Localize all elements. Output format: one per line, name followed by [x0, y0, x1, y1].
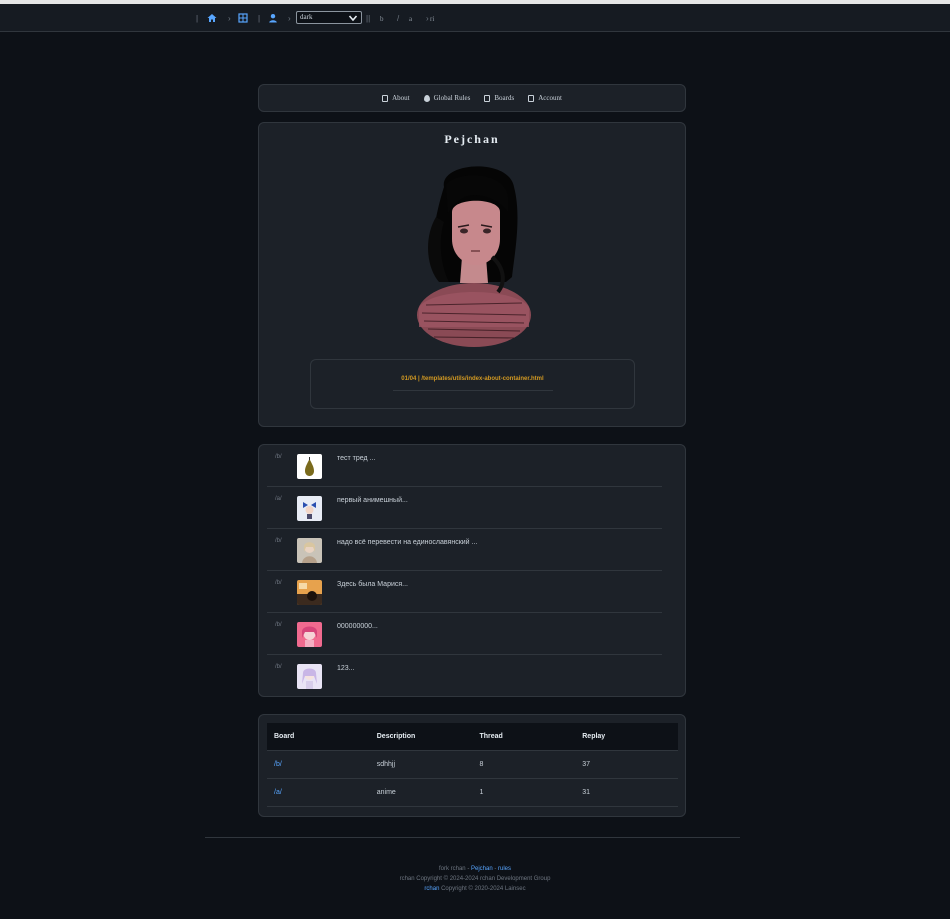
- document-icon: [528, 94, 535, 102]
- notice-text: 01/04 | /templates/utils/index-about-con…: [401, 376, 544, 382]
- thread-subject[interactable]: 000000000...: [337, 623, 378, 630]
- rchan-link[interactable]: rchan: [424, 886, 439, 892]
- separator: |: [258, 14, 261, 23]
- thread-row[interactable]: /a/ первый анимешный...: [267, 487, 662, 529]
- footer-text: fork rchan -: [438, 866, 471, 872]
- board-thread-count: 1: [479, 789, 484, 796]
- rules-link[interactable]: rules: [498, 866, 511, 872]
- table-header: Board Description Thread Replay: [267, 723, 678, 751]
- a-link[interactable]: a: [409, 15, 412, 23]
- separator: ||: [366, 14, 371, 23]
- home-icon[interactable]: [205, 11, 219, 25]
- notice-box: 01/04 | /templates/utils/index-about-con…: [310, 359, 635, 409]
- board-description: anime: [376, 789, 396, 796]
- thread-subject[interactable]: надо всё перевести на единославянский ..…: [337, 539, 477, 546]
- separator: |: [196, 14, 199, 23]
- nav-item-label: Account: [538, 94, 562, 102]
- thread-subject[interactable]: тест тред ...: [337, 455, 375, 462]
- grid-icon[interactable]: [236, 11, 250, 25]
- chevron-down-icon: [348, 15, 358, 22]
- user-icon[interactable]: [266, 11, 280, 25]
- column-header: Description: [376, 733, 416, 740]
- footer-line: rchan Copyright © 2020-2024 Lainsec: [0, 884, 950, 894]
- thread-row[interactable]: /b/ 000000000...: [267, 613, 662, 655]
- thread-board[interactable]: /b/: [275, 622, 282, 628]
- thread-board[interactable]: /a/: [275, 496, 282, 502]
- boards-panel: Board Description Thread Replay /b/ sdhh…: [258, 714, 686, 817]
- separator: /: [397, 14, 400, 23]
- theme-select[interactable]: dark: [296, 11, 362, 24]
- document-icon: [484, 94, 491, 102]
- nav-item-about[interactable]: About: [382, 94, 410, 102]
- thread-thumbnail[interactable]: [297, 664, 322, 689]
- thread-board[interactable]: /b/: [275, 580, 282, 586]
- board-thread-count: 8: [479, 761, 484, 768]
- nav-item-global-rules[interactable]: Global Rules: [423, 94, 471, 102]
- table-row: /b/ sdhhjj 8 37: [267, 751, 678, 779]
- board-description: sdhhjj: [376, 761, 396, 768]
- nav-item-label: Boards: [494, 94, 515, 102]
- thread-subject[interactable]: 123...: [337, 665, 355, 672]
- nav-item-boards[interactable]: Boards: [484, 94, 514, 102]
- thread-board[interactable]: /b/: [275, 664, 282, 670]
- thread-thumbnail[interactable]: [297, 622, 322, 647]
- table-row: /a/ anime 1 31: [267, 779, 678, 807]
- footer: fork rchan - Pejchan - rules rchan Copyr…: [0, 864, 950, 894]
- footer-line: fork rchan - Pejchan - rules: [0, 864, 950, 874]
- mascot-image: [417, 166, 531, 347]
- theme-select-value: dark: [300, 13, 313, 21]
- thread-board[interactable]: /b/: [275, 454, 282, 460]
- footer-copyright: rchan Copyright © 2024-2024 rchan Develo…: [399, 876, 551, 882]
- board-link[interactable]: /a/: [267, 789, 370, 796]
- thread-board[interactable]: /b/: [275, 538, 282, 544]
- separator: ›: [426, 14, 429, 23]
- document-icon: [382, 94, 389, 102]
- ri-link[interactable]: ri: [430, 15, 434, 23]
- divider: [393, 390, 553, 391]
- thread-thumbnail[interactable]: [297, 496, 322, 521]
- latest-threads-panel: /b/ тест тред ... /a/ первый анимешный..…: [258, 444, 686, 697]
- thread-row[interactable]: /b/ тест тред ...: [267, 445, 662, 487]
- thread-thumbnail[interactable]: [297, 580, 322, 605]
- separator: ›: [228, 14, 231, 23]
- nav-item-label: About: [392, 94, 410, 102]
- boards-table: Board Description Thread Replay /b/ sdhh…: [267, 723, 678, 807]
- drop-icon: [423, 94, 430, 102]
- board-replay-count: 37: [582, 761, 591, 768]
- thread-thumbnail[interactable]: [297, 454, 322, 479]
- thread-row[interactable]: /b/ 123...: [267, 655, 662, 697]
- board-replay-count: 31: [582, 789, 591, 796]
- nav-item-label: Global Rules: [433, 94, 471, 102]
- nav-item-account[interactable]: Account: [528, 94, 562, 102]
- thread-subject[interactable]: Здесь была Марися...: [337, 581, 408, 588]
- b-link[interactable]: b: [380, 15, 384, 23]
- thread-row[interactable]: /b/ надо всё перевести на единославянски…: [267, 529, 662, 571]
- thread-row[interactable]: /b/ Здесь была Марися...: [267, 571, 662, 613]
- column-header: Replay: [582, 733, 606, 740]
- top-navbar: | › | › dark || b / a › ri: [0, 4, 950, 32]
- board-link[interactable]: /b/: [267, 761, 370, 768]
- main-nav: About Global Rules Boards Account: [258, 84, 686, 112]
- intro-panel: Pejchan 01/04 | /templates/utils/index-a…: [258, 122, 686, 427]
- thread-subject[interactable]: первый анимешный...: [337, 497, 408, 504]
- pejchan-link[interactable]: Pejchan: [471, 866, 493, 872]
- footer-divider: [205, 837, 740, 838]
- footer-text: Copyright © 2020-2024 Lainsec: [439, 886, 526, 892]
- column-header: Board: [274, 733, 295, 740]
- separator: ›: [288, 14, 291, 23]
- thread-thumbnail[interactable]: [297, 538, 322, 563]
- site-title: Pejchan: [444, 132, 500, 146]
- column-header: Thread: [479, 733, 503, 740]
